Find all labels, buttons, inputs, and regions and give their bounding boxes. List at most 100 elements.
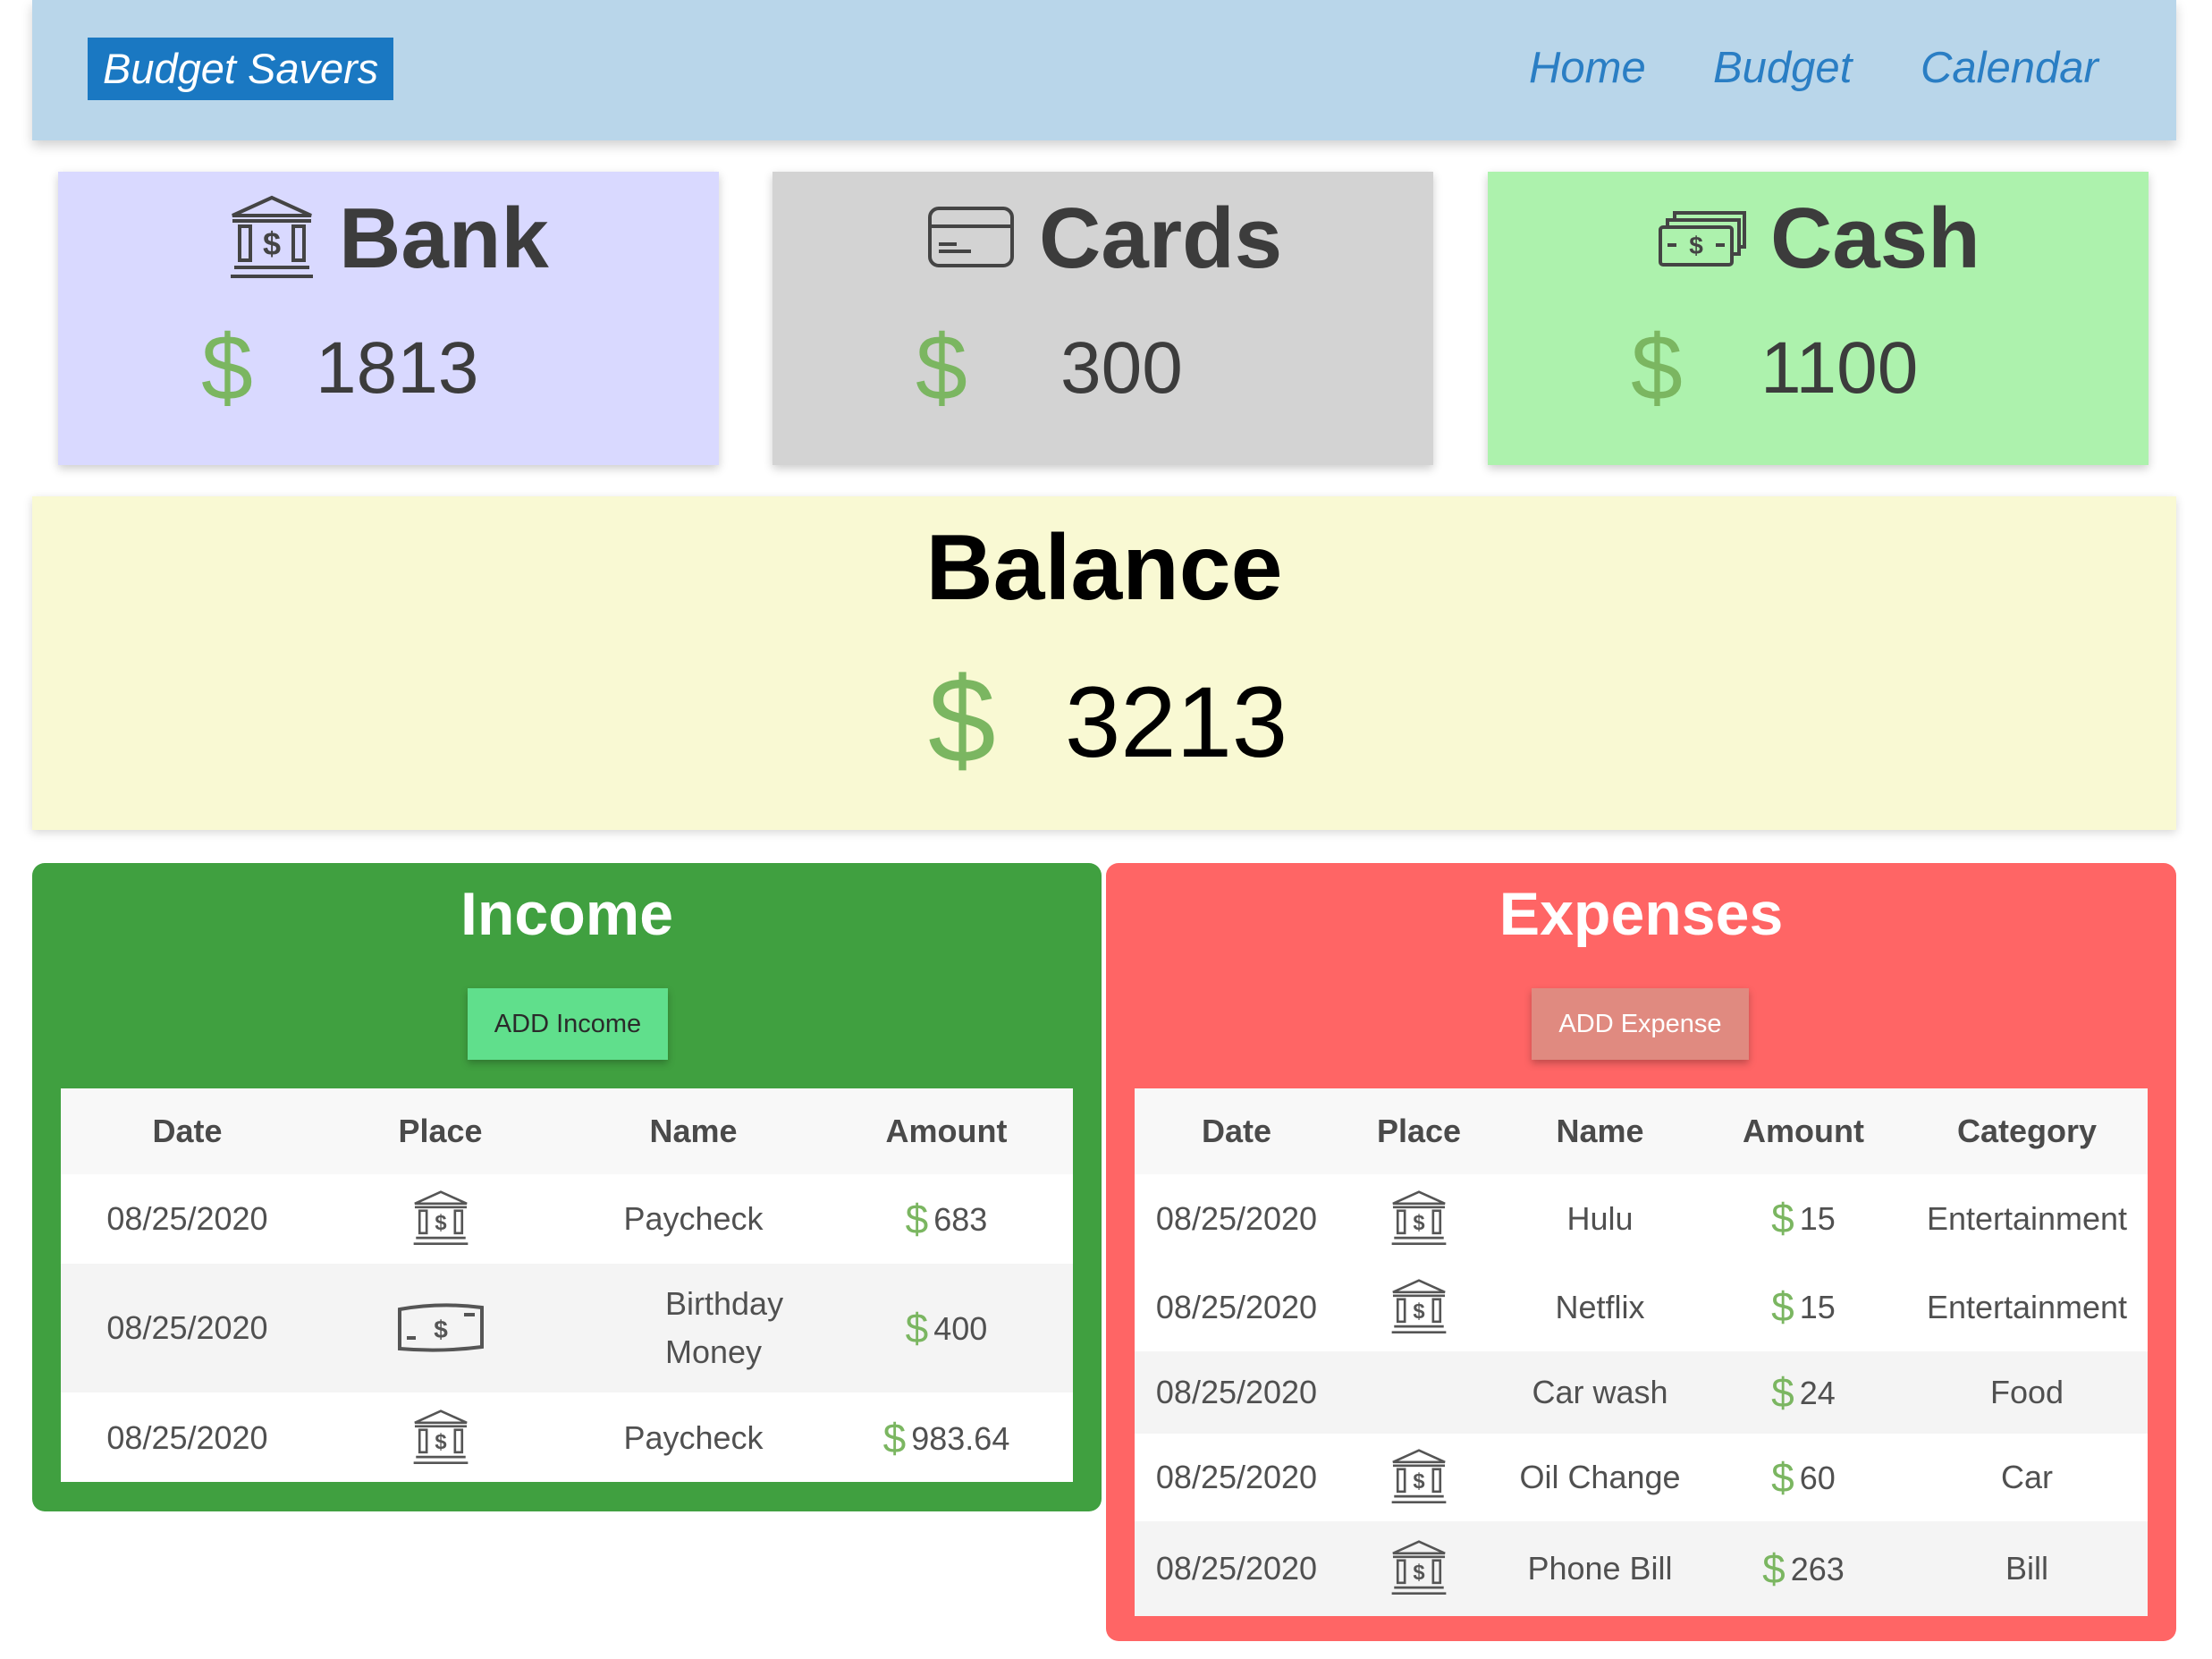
row-place: $ [314,1392,567,1484]
row-name: Birthday Money [567,1264,820,1392]
add-expense-button[interactable]: ADD Expense [1532,988,1749,1060]
amount-value: 263 [1790,1550,1845,1587]
expenses-table: Date Place Name Amount Category 08/25/20… [1135,1088,2148,1616]
cards-dollar-icon: $ [916,317,967,420]
column-header-amount[interactable]: Amount [1701,1088,1906,1174]
amount-value: 24 [1799,1374,1836,1411]
row-date: 08/25/2020 [1135,1351,1338,1434]
row-name: Paycheck [623,1200,764,1237]
row-amount: $263 [1701,1521,1906,1616]
bank-icon: $ [1391,1540,1447,1596]
svg-text:$: $ [263,225,281,262]
row-amount: $400 [820,1264,1073,1392]
amount-value: 983.64 [911,1419,1010,1457]
expenses-title: Expenses [1499,880,1784,948]
row-category: Food [1906,1351,2148,1434]
balance-title: Balance [925,516,1283,620]
row-place: $ [1338,1521,1499,1616]
row-name: Hulu [1566,1199,1634,1237]
row-date: 08/25/2020 [61,1264,314,1392]
row-date: 08/25/2020 [106,1200,268,1237]
row-category: Entertainment [1926,1199,2128,1237]
column-header-place[interactable]: Place [1338,1088,1499,1174]
row-amount: $60 [1701,1434,1906,1521]
cards-card-title: Cards [1039,190,1283,286]
dollar-icon: $ [1771,1368,1794,1416]
svg-text:$: $ [435,1430,446,1454]
row-name: Netflix [1555,1288,1645,1325]
svg-text:$: $ [1413,1299,1424,1323]
add-income-button[interactable]: ADD Income [468,988,668,1060]
income-table: Date Place Name Amount 08/25/2020 $ Payc… [61,1088,1073,1482]
row-amount: $983.64 [820,1392,1073,1484]
table-row[interactable]: 08/25/2020 $ Birthday Money $400 [61,1264,1073,1392]
column-header-date[interactable]: Date [1135,1088,1338,1174]
row-name: Oil Change [1519,1459,1681,1495]
brand-logo[interactable]: Budget Savers [88,38,394,100]
nav-link-budget[interactable]: Budget [1713,41,1852,95]
column-header-amount[interactable]: Amount [820,1088,1073,1174]
row-date: 08/25/2020 [1155,1199,1318,1237]
cards-card-value: 300 [1060,327,1183,409]
row-name: Paycheck [623,1419,764,1456]
bank-icon: $ [1391,1278,1447,1333]
row-amount: $15 [1701,1174,1906,1263]
table-row[interactable]: 08/25/2020 $ Hulu $15 Entertainment [1135,1174,2148,1263]
table-row[interactable]: 08/25/2020 $ Paycheck $683 [61,1174,1073,1264]
table-row[interactable]: 08/25/2020 Car wash $24 Food [1135,1351,2148,1434]
row-place: $ [314,1264,567,1392]
nav-link-calendar[interactable]: Calendar [1921,41,2098,95]
svg-text:$: $ [1413,1469,1424,1494]
cash-icon: $ [1659,211,1746,267]
cash-icon: $ [397,1303,484,1352]
dollar-icon: $ [882,1414,907,1461]
column-header-category[interactable]: Category [1906,1088,2148,1174]
navbar: Budget Savers Home Budget Calendar [32,0,2176,140]
table-header-row: Date Place Name Amount [61,1088,1073,1174]
cards-card: Cards $ 300 [773,172,1433,465]
svg-text:$: $ [435,1211,446,1235]
table-header-row: Date Place Name Amount Category [1135,1088,2148,1174]
column-header-name[interactable]: Name [567,1088,820,1174]
amount-value: 683 [933,1200,988,1238]
bank-card-value: 1813 [316,327,479,409]
bank-icon: $ [1391,1449,1447,1504]
row-amount: $24 [1701,1351,1906,1434]
bank-dollar-icon: $ [201,317,253,420]
column-header-name[interactable]: Name [1499,1088,1701,1174]
row-amount: $683 [820,1174,1073,1264]
row-date: 08/25/2020 [1135,1521,1338,1616]
dollar-icon: $ [1771,1195,1794,1241]
dollar-icon: $ [905,1195,929,1242]
row-date: 08/25/2020 [1155,1459,1318,1495]
row-place [1338,1351,1499,1434]
income-title: Income [460,880,674,948]
nav-link-home[interactable]: Home [1529,41,1646,95]
table-row[interactable]: 08/25/2020 $ Phone Bill $263 Bill [1135,1521,2148,1616]
dollar-icon: $ [905,1304,929,1351]
expenses-panel: Expenses ADD Expense Date Place Name Amo… [1106,863,2176,1641]
row-category: Bill [1906,1521,2148,1616]
table-row[interactable]: 08/25/2020 $ Netflix $15 Entertainment [1135,1263,2148,1351]
table-row[interactable]: 08/25/2020 $ Oil Change $60 Car [1135,1434,2148,1521]
svg-text:$: $ [434,1316,448,1343]
balance-value: 3213 [1065,666,1288,778]
row-date: 08/25/2020 [106,1419,268,1456]
column-header-date[interactable]: Date [61,1088,314,1174]
svg-text:$: $ [1689,232,1703,259]
amount-value: 15 [1799,1200,1836,1237]
cash-card-value: 1100 [1760,327,1919,409]
table-row[interactable]: 08/25/2020 $ Paycheck $983.64 [61,1392,1073,1484]
row-amount: $15 [1701,1263,1906,1351]
credit-card-icon [928,207,1014,267]
row-name: Car wash [1499,1351,1701,1434]
bank-icon: $ [1391,1189,1447,1245]
svg-text:$: $ [1413,1210,1424,1234]
bank-icon: $ [413,1190,468,1246]
bank-card-title: Bank [339,190,549,286]
amount-value: 15 [1799,1289,1836,1325]
dollar-icon: $ [1771,1283,1794,1330]
column-header-place[interactable]: Place [314,1088,567,1174]
svg-text:$: $ [1413,1561,1424,1585]
dollar-icon: $ [1762,1545,1786,1592]
